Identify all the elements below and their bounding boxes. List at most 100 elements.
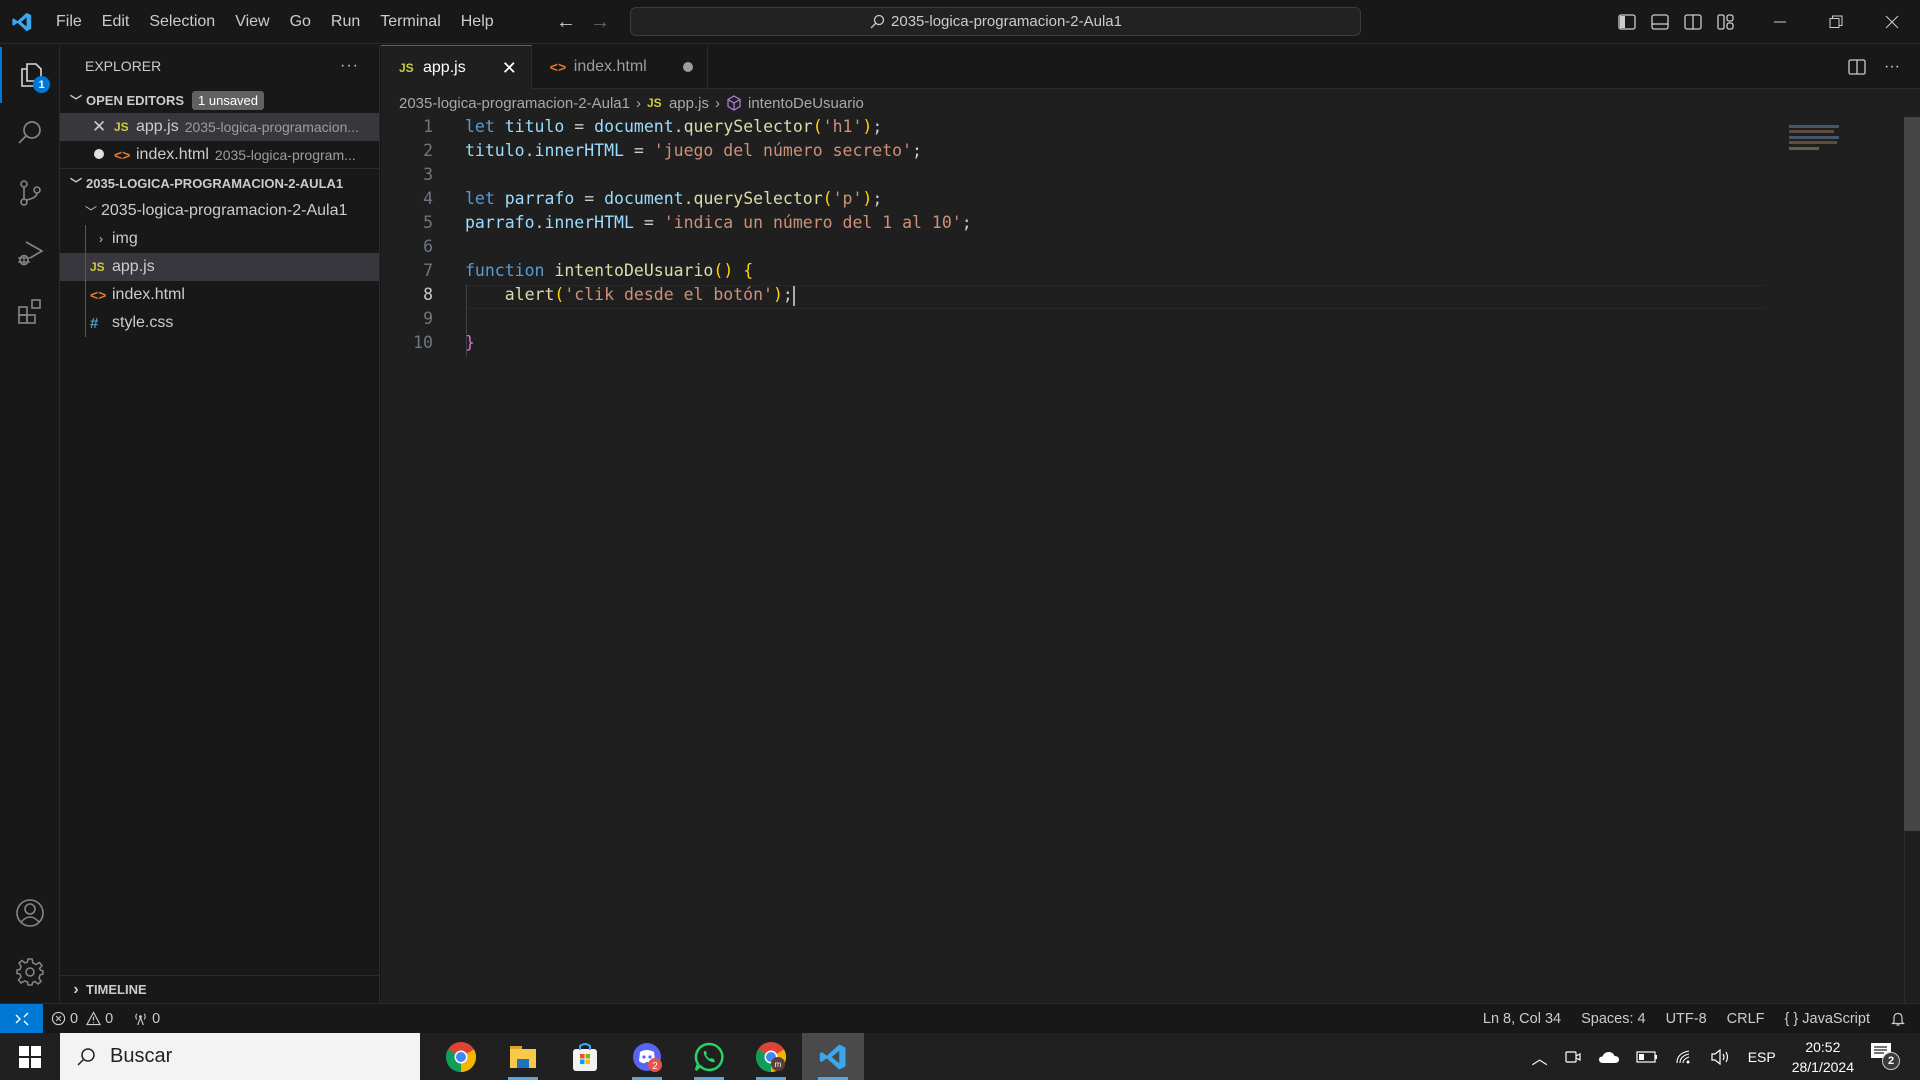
back-arrow-icon[interactable]: ← (556, 11, 576, 34)
line-number: 8 (423, 285, 433, 304)
minimize-icon[interactable] (1752, 0, 1808, 44)
menu-edit[interactable]: Edit (92, 0, 140, 44)
tab-app-js[interactable]: JS app.js ✕ (381, 45, 532, 90)
restore-icon[interactable] (1808, 0, 1864, 44)
taskbar-chrome[interactable] (430, 1033, 492, 1080)
chevron-right-icon: › (73, 980, 79, 998)
file-path: 2035-logica-program... (214, 146, 356, 163)
unsaved-dot-icon[interactable] (682, 62, 693, 72)
toggle-panel-icon[interactable] (1643, 0, 1676, 44)
open-editor-item-index-html[interactable]: <> index.html 2035-logica-program... (60, 141, 379, 169)
taskbar-store[interactable] (554, 1033, 616, 1080)
folder-root[interactable]: ﹀ 2035-logica-programacion-2-Aula1 (60, 197, 379, 225)
line-number: 6 (423, 237, 433, 256)
activity-source-control[interactable] (0, 165, 60, 221)
camera-icon[interactable] (1564, 1048, 1582, 1066)
menu-terminal[interactable]: Terminal (370, 0, 450, 44)
close-window-icon[interactable] (1864, 0, 1920, 44)
ports-indicator[interactable]: 0 (133, 1011, 160, 1027)
css-icon: # (90, 314, 99, 332)
tree-item-index-html[interactable]: <> index.html (60, 281, 379, 309)
show-hidden-icons-icon[interactable]: ︿ (1532, 1045, 1548, 1069)
line-number: 2 (423, 141, 433, 160)
activity-explorer[interactable]: 1 (0, 47, 60, 103)
open-editor-item-app-js[interactable]: ✕ JS app.js 2035-logica-programacion... (60, 113, 379, 141)
menu-selection[interactable]: Selection (139, 0, 225, 44)
volume-icon[interactable] (1710, 1048, 1732, 1066)
split-editor-icon[interactable] (1848, 58, 1866, 76)
tab-index-html[interactable]: <> index.html (532, 45, 708, 89)
scrollbar-thumb[interactable] (1904, 117, 1920, 831)
status-bar: 0 0 0 Ln 8, Col 34 Spaces: 4 UTF-8 CRLF … (0, 1003, 1920, 1034)
activity-extensions[interactable] (0, 283, 60, 339)
encoding[interactable]: UTF-8 (1666, 1011, 1707, 1027)
minimap[interactable] (1789, 117, 1879, 150)
battery-icon[interactable] (1636, 1050, 1658, 1064)
file-name: index.html (112, 286, 185, 303)
more-actions-icon[interactable]: ··· (1884, 58, 1900, 76)
editor-tabs: JS app.js ✕ <> index.html ··· (381, 45, 1920, 90)
activity-settings[interactable] (0, 944, 60, 1000)
language-mode[interactable]: { } JavaScript (1785, 1011, 1870, 1027)
activity-run-debug[interactable] (0, 225, 60, 281)
line-number: 9 (423, 309, 433, 328)
menu-run[interactable]: Run (321, 0, 370, 44)
source-control-icon (20, 180, 41, 206)
taskbar-vscode[interactable] (802, 1033, 864, 1080)
js-icon: JS (114, 120, 129, 134)
indentation[interactable]: Spaces: 4 (1581, 1011, 1646, 1027)
cursor-position[interactable]: Ln 8, Col 34 (1483, 1011, 1561, 1027)
taskbar-discord[interactable]: 2 (616, 1033, 678, 1080)
input-language[interactable]: ESP (1748, 1049, 1776, 1065)
start-button[interactable] (0, 1033, 60, 1080)
breadcrumb-folder[interactable]: 2035-logica-programacion-2-Aula1 (399, 95, 630, 112)
search-icon (870, 14, 885, 28)
menu-file[interactable]: File (46, 0, 92, 44)
chrome-profile-icon: m (755, 1041, 787, 1072)
menu-help[interactable]: Help (451, 0, 504, 44)
breadcrumb-file[interactable]: app.js (669, 95, 709, 112)
onedrive-icon[interactable] (1598, 1049, 1620, 1065)
tab-label: app.js (423, 59, 466, 76)
breadcrumb-symbol[interactable]: intentoDeUsuario (748, 95, 864, 112)
menu-go[interactable]: Go (280, 0, 321, 44)
taskbar-search[interactable]: Buscar (60, 1033, 420, 1080)
clock[interactable]: 20:52 28/1/2024 (1792, 1037, 1854, 1077)
line-number: 7 (423, 261, 433, 280)
windows-logo-icon (19, 1045, 41, 1068)
close-icon[interactable]: ✕ (92, 117, 114, 137)
bell-icon[interactable] (1890, 1011, 1906, 1027)
activity-search[interactable] (0, 105, 60, 161)
error-count: 0 (70, 1010, 79, 1027)
activity-accounts[interactable] (0, 885, 60, 941)
tree-item-img[interactable]: › img (60, 225, 379, 253)
tree-item-style-css[interactable]: # style.css (60, 309, 379, 337)
toggle-secondary-sidebar-icon[interactable] (1676, 0, 1709, 44)
more-actions-icon[interactable]: ··· (340, 57, 359, 75)
command-center[interactable]: 2035-logica-programacion-2-Aula1 (630, 7, 1361, 36)
workspace-section[interactable]: ﹀ 2035-LOGICA-PROGRAMACION-2-AULA1 (60, 169, 379, 197)
code-line: alert('clik desde el botón'); (504, 285, 795, 306)
customize-layout-icon[interactable] (1709, 0, 1742, 44)
search-icon (77, 1047, 95, 1066)
problems-indicator[interactable]: 0 0 (51, 1011, 113, 1027)
taskbar-whatsapp[interactable] (678, 1033, 740, 1080)
text-cursor (792, 285, 795, 306)
end-of-line[interactable]: CRLF (1727, 1011, 1765, 1027)
windows-taskbar: Buscar 2 m ︿ ESP 20:52 28/1/2024 2 (0, 1033, 1920, 1080)
forward-arrow-icon[interactable]: → (590, 11, 610, 34)
remote-indicator[interactable] (0, 1003, 43, 1034)
wifi-icon[interactable] (1674, 1048, 1694, 1066)
timeline-section[interactable]: › TIMELINE (60, 975, 379, 1003)
close-tab-icon[interactable]: ✕ (502, 58, 517, 79)
title-bar: File Edit Selection View Go Run Terminal… (0, 0, 1920, 44)
taskbar-chrome-profile[interactable]: m (740, 1033, 802, 1080)
tree-item-app-js[interactable]: JS app.js (60, 253, 379, 281)
menu-view[interactable]: View (225, 0, 279, 44)
svg-text:m: m (775, 1060, 782, 1069)
notifications-button[interactable]: 2 (1870, 1042, 1900, 1072)
explorer-badge: 1 (33, 76, 50, 93)
toggle-primary-sidebar-icon[interactable] (1610, 0, 1643, 44)
taskbar-file-explorer[interactable] (492, 1033, 554, 1080)
open-editors-section[interactable]: ﹀ OPEN EDITORS 1 unsaved (60, 87, 379, 113)
